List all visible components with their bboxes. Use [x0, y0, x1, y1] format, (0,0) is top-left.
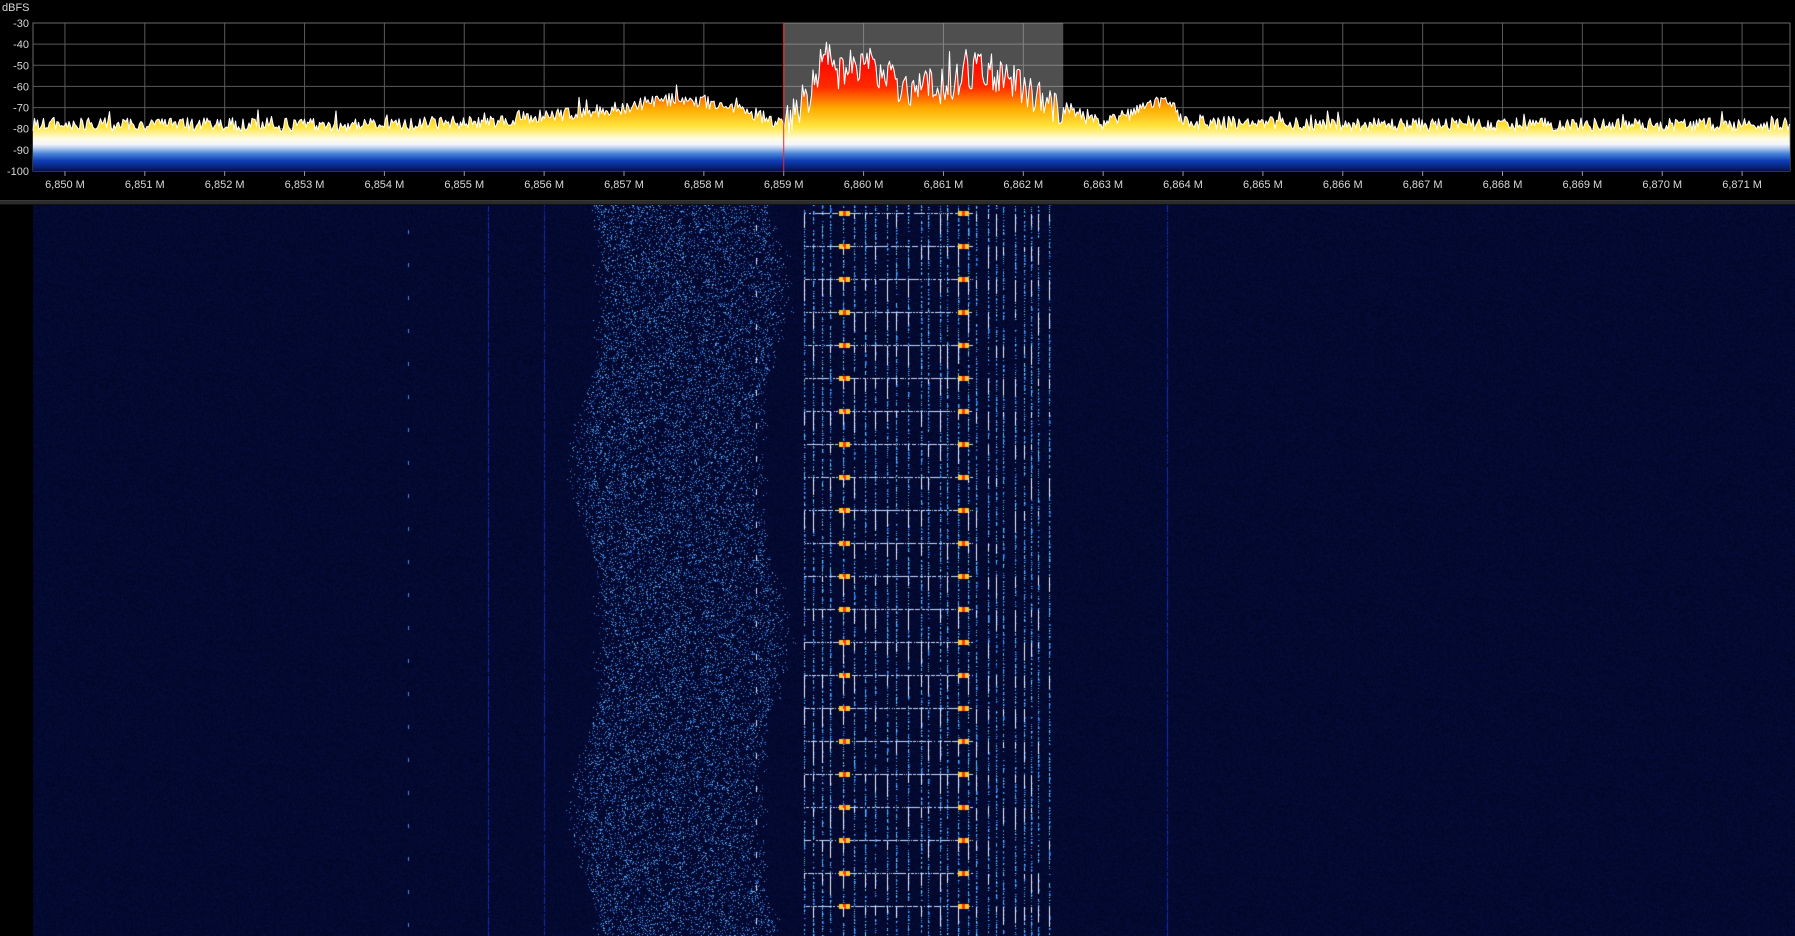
- x-tick-label: 6,859 M: [764, 179, 804, 191]
- x-tick-label: 6,871 M: [1722, 179, 1762, 191]
- x-tick-label: 6,857 M: [604, 179, 644, 191]
- y-tick-label: -60: [13, 81, 29, 93]
- x-tick-label: 6,861 M: [924, 179, 964, 191]
- x-tick-label: 6,860 M: [844, 179, 884, 191]
- y-tick-label: -80: [13, 124, 29, 136]
- x-tick-label: 6,852 M: [205, 179, 245, 191]
- x-tick-label: 6,867 M: [1403, 179, 1443, 191]
- x-tick-label: 6,850 M: [45, 179, 85, 191]
- spectrum-plot[interactable]: dBFS -30-40-50-60-70-80-90-100 6,850 M 6,…: [0, 0, 1795, 200]
- y-tick-label: -70: [13, 103, 29, 115]
- x-tick-label: 6,866 M: [1323, 179, 1363, 191]
- y-tick-label: -50: [13, 60, 29, 72]
- y-tick-label: -40: [13, 39, 29, 51]
- x-tick-label: 6,854 M: [365, 179, 405, 191]
- x-tick-label: 6,856 M: [524, 179, 564, 191]
- waterfall-panel[interactable]: [0, 205, 1795, 936]
- spectrum-analyzer-panel[interactable]: dBFS -30 -40 -50 -60 -70 -80 -90 -100 6,850 M 6,…: [0, 0, 1795, 200]
- x-tick-label: 6,869 M: [1562, 179, 1602, 191]
- y-tick-label: -30: [13, 18, 29, 30]
- x-tick-label: 6,851 M: [125, 179, 165, 191]
- sdr-receiver-window: dBFS -30 -40 -50 -60 -70 -80 -90 -100 6,850 M 6,…: [0, 0, 1795, 936]
- x-tick-label: 6,864 M: [1163, 179, 1203, 191]
- x-tick-label: 6,862 M: [1003, 179, 1043, 191]
- y-axis-unit-label: dBFS: [2, 2, 30, 14]
- x-axis-ticks: 6,850 M 6,851 M 6,852 M 6,853 M 6,854 M 6,855…: [45, 171, 1762, 191]
- x-tick-label: 6,870 M: [1642, 179, 1682, 191]
- x-tick-label: 6,865 M: [1243, 179, 1283, 191]
- x-tick-label: 6,853 M: [285, 179, 325, 191]
- x-tick-label: 6,868 M: [1483, 179, 1523, 191]
- y-tick-label: -100: [7, 166, 29, 178]
- x-tick-label: 6,855 M: [444, 179, 484, 191]
- y-tick-label: -90: [13, 145, 29, 157]
- x-tick-label: 6,858 M: [684, 179, 724, 191]
- x-tick-label: 6,863 M: [1083, 179, 1123, 191]
- waterfall-display[interactable]: [0, 205, 1795, 936]
- y-axis-ticks: -30 -40 -50 -60 -70 -80 -90 -100: [7, 18, 29, 178]
